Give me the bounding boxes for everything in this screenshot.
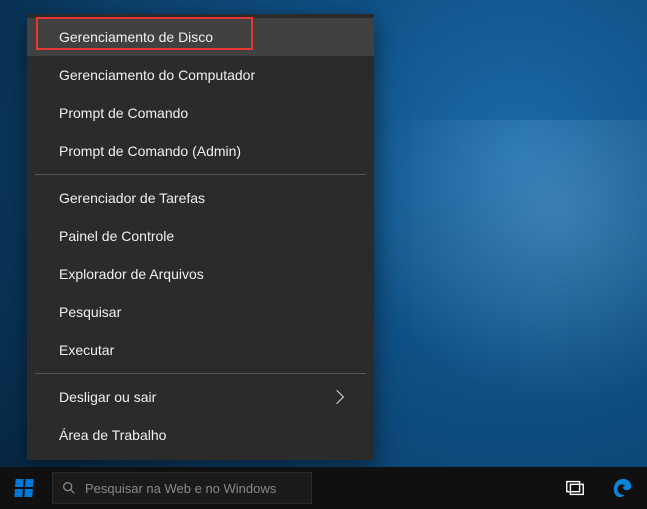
menu-item-task-manager[interactable]: Gerenciador de Tarefas (27, 179, 374, 217)
taskbar: Pesquisar na Web e no Windows (0, 467, 647, 509)
edge-browser-button[interactable] (599, 467, 647, 509)
menu-item-label: Prompt de Comando (Admin) (59, 143, 241, 159)
task-view-icon (564, 477, 586, 499)
menu-item-label: Desligar ou sair (59, 389, 156, 405)
menu-item-search[interactable]: Pesquisar (27, 293, 374, 331)
chevron-right-icon (330, 390, 344, 404)
search-placeholder: Pesquisar na Web e no Windows (85, 481, 276, 496)
edge-icon (612, 477, 634, 499)
menu-item-shutdown-submenu[interactable]: Desligar ou sair (27, 378, 374, 416)
menu-item-desktop[interactable]: Área de Trabalho (27, 416, 374, 454)
menu-separator (35, 174, 366, 175)
desktop-light-beam (347, 120, 647, 420)
menu-item-label: Gerenciador de Tarefas (59, 190, 205, 206)
menu-item-command-prompt[interactable]: Prompt de Comando (27, 94, 374, 132)
menu-item-label: Painel de Controle (59, 228, 174, 244)
menu-item-control-panel[interactable]: Painel de Controle (27, 217, 374, 255)
taskbar-icons (551, 467, 647, 509)
menu-item-label: Pesquisar (59, 304, 121, 320)
taskbar-search-box[interactable]: Pesquisar na Web e no Windows (52, 472, 312, 504)
menu-item-computer-management[interactable]: Gerenciamento do Computador (27, 56, 374, 94)
menu-item-disk-management[interactable]: Gerenciamento de Disco (27, 18, 374, 56)
menu-separator (35, 373, 366, 374)
menu-item-label: Gerenciamento de Disco (59, 29, 213, 45)
menu-item-label: Gerenciamento do Computador (59, 67, 255, 83)
menu-item-label: Área de Trabalho (59, 427, 166, 443)
menu-item-file-explorer[interactable]: Explorador de Arquivos (27, 255, 374, 293)
menu-item-label: Executar (59, 342, 114, 358)
start-button[interactable] (0, 467, 48, 509)
menu-item-run[interactable]: Executar (27, 331, 374, 369)
menu-item-label: Prompt de Comando (59, 105, 188, 121)
winx-context-menu: Gerenciamento de Disco Gerenciamento do … (27, 14, 374, 460)
menu-item-command-prompt-admin[interactable]: Prompt de Comando (Admin) (27, 132, 374, 170)
menu-item-label: Explorador de Arquivos (59, 266, 204, 282)
task-view-button[interactable] (551, 467, 599, 509)
search-icon (61, 480, 77, 496)
windows-logo-icon (14, 479, 33, 497)
